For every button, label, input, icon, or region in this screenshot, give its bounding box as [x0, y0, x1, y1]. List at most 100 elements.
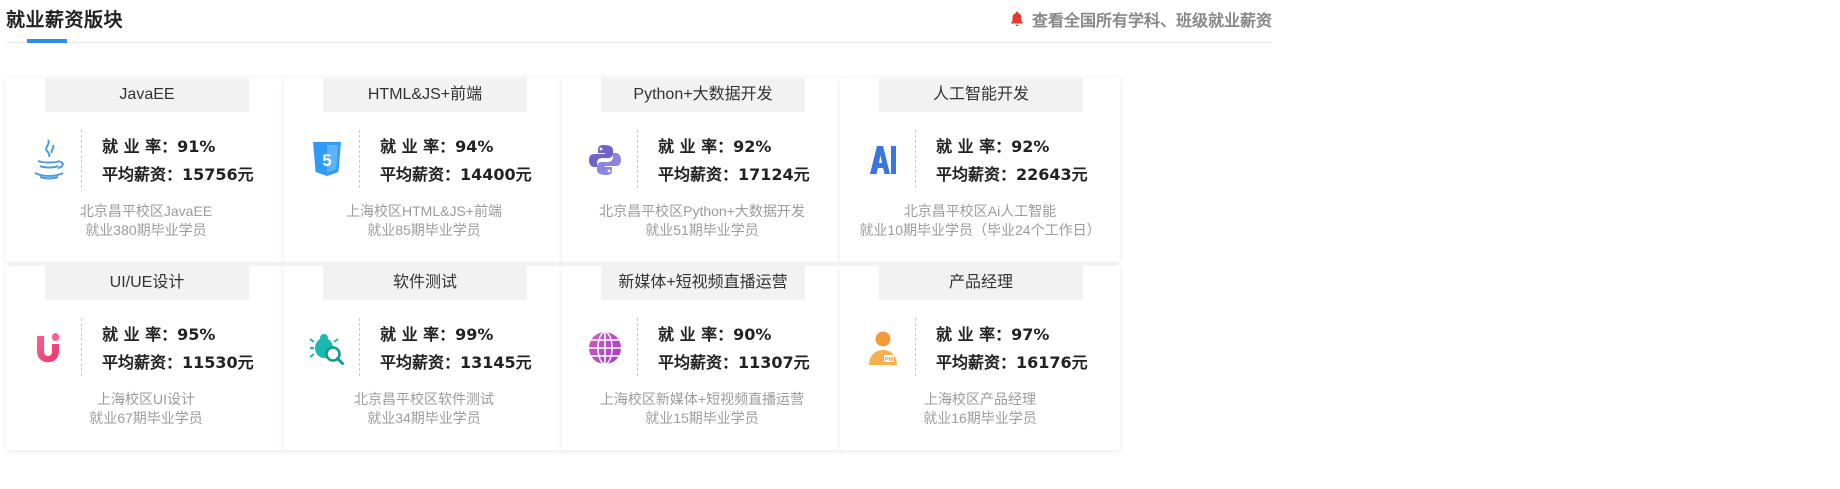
rate-value: 90%: [733, 325, 772, 344]
campus-line: 上海校区新媒体+短视频直播运营: [599, 391, 805, 407]
card-divider: [915, 130, 916, 188]
bell-icon: [1010, 11, 1023, 27]
campus-line: 北京昌平校区软件测试: [354, 391, 494, 407]
course-card-html-js[interactable]: HTML&JS+前端 5 就 业 率：94% 平均薪资：14400元 上海校区H…: [284, 78, 564, 262]
card-divider: [637, 130, 638, 188]
view-all-salaries-link[interactable]: 查看全国所有学科、班级就业薪资: [1008, 7, 1272, 31]
card-description: 上海校区UI设计 就业67期毕业学员: [6, 390, 286, 428]
card-divider: [359, 318, 360, 376]
salary-label: 平均薪资：: [102, 353, 183, 372]
average-salary: 平均薪资：15756元: [102, 161, 254, 189]
rate-value: 94%: [455, 137, 494, 156]
rate-label: 就 业 率：: [936, 137, 1012, 156]
card-stats: 就 业 率：95% 平均薪资：11530元: [102, 321, 254, 377]
employment-rate: 就 业 率：99%: [380, 321, 532, 349]
salary-value: 22643元: [1016, 165, 1088, 184]
card-description: 上海校区HTML&JS+前端 就业85期毕业学员: [284, 202, 564, 240]
python-icon: [584, 136, 626, 184]
section-header: 就业薪资版块 查看全国所有学科、班级就业薪资: [6, 0, 1272, 43]
rate-label: 就 业 率：: [102, 137, 178, 156]
course-name: 产品经理: [879, 266, 1083, 300]
rate-value: 92%: [1011, 137, 1050, 156]
campus-line: 北京昌平校区Ai人工智能: [903, 203, 1057, 219]
course-name: Python+大数据开发: [601, 78, 805, 112]
card-stats: 就 业 率：99% 平均薪资：13145元: [380, 321, 532, 377]
campus-line: 上海校区HTML&JS+前端: [346, 203, 502, 219]
average-salary: 平均薪资：11307元: [658, 349, 810, 377]
rate-label: 就 业 率：: [380, 325, 456, 344]
card-stats: 就 业 率：97% 平均薪资：16176元: [936, 321, 1088, 377]
average-salary: 平均薪资：11530元: [102, 349, 254, 377]
rate-value: 97%: [1011, 325, 1050, 344]
card-divider: [359, 130, 360, 188]
salary-value: 11530元: [182, 353, 254, 372]
salary-label: 平均薪资：: [658, 165, 739, 184]
salary-label: 平均薪资：: [102, 165, 183, 184]
employment-rate: 就 业 率：94%: [380, 133, 532, 161]
rate-label: 就 业 率：: [936, 325, 1012, 344]
course-card-software-testing[interactable]: 软件测试 就 业 率：99% 平均薪资：13145元 北京昌平校区软件测试 就业…: [284, 266, 564, 450]
card-stats: 就 业 率：94% 平均薪资：14400元: [380, 133, 532, 189]
course-name: 新媒体+短视频直播运营: [601, 266, 805, 300]
course-card-ui-ue[interactable]: UI/UE设计 就 业 率：95% 平均薪资：11530元 上海校区UI设计 就…: [6, 266, 286, 450]
section-title: 就业薪资版块: [6, 9, 124, 31]
card-divider: [81, 318, 82, 376]
average-salary: 平均薪资：16176元: [936, 349, 1088, 377]
rate-value: 99%: [455, 325, 494, 344]
globe-icon: [584, 324, 626, 372]
course-name: JavaEE: [45, 78, 249, 112]
course-name: HTML&JS+前端: [323, 78, 527, 112]
card-divider: [637, 318, 638, 376]
cohort-line: 就业10期毕业学员（毕业24个工作日）: [859, 222, 1101, 238]
campus-line: 北京昌平校区Python+大数据开发: [599, 203, 805, 219]
average-salary: 平均薪资：14400元: [380, 161, 532, 189]
card-stats: 就 业 率：90% 平均薪资：11307元: [658, 321, 810, 377]
salary-value: 11307元: [738, 353, 810, 372]
card-stats: 就 业 率：92% 平均薪资：22643元: [936, 133, 1088, 189]
employment-rate: 就 业 率：95%: [102, 321, 254, 349]
card-stats: 就 业 率：92% 平均薪资：17124元: [658, 133, 810, 189]
course-card-ai[interactable]: 人工智能开发 就 业 率：92% 平均薪资：22643元 北京昌平校区Ai人工智…: [840, 78, 1120, 262]
course-name: 人工智能开发: [879, 78, 1083, 112]
salary-value: 15756元: [182, 165, 254, 184]
course-card-product-manager[interactable]: 产品经理 PM 就 业 率：97% 平均薪资：16176元 上海校区产品经理 就…: [840, 266, 1120, 450]
course-name: 软件测试: [323, 266, 527, 300]
cohort-line: 就业15期毕业学员: [645, 410, 759, 426]
average-salary: 平均薪资：17124元: [658, 161, 810, 189]
cohort-line: 就业380期毕业学员: [85, 222, 207, 238]
salary-value: 13145元: [460, 353, 532, 372]
average-salary: 平均薪资：22643元: [936, 161, 1088, 189]
card-divider: [915, 318, 916, 376]
employment-rate: 就 业 率：91%: [102, 133, 254, 161]
course-card-javaee[interactable]: JavaEE 就 业 率：91% 平均薪资：15756元 北京昌平校区JavaE…: [6, 78, 286, 262]
salary-label: 平均薪资：: [936, 165, 1017, 184]
rate-value: 95%: [177, 325, 216, 344]
product-manager-icon: PM: [862, 324, 904, 372]
ai-icon: [862, 136, 904, 184]
svg-text:PM: PM: [885, 357, 894, 363]
salary-value: 16176元: [1016, 353, 1088, 372]
employment-rate: 就 业 率：90%: [658, 321, 810, 349]
card-description: 北京昌平校区Ai人工智能 就业10期毕业学员（毕业24个工作日）: [840, 202, 1120, 240]
rate-label: 就 业 率：: [380, 137, 456, 156]
salary-label: 平均薪资：: [380, 165, 461, 184]
course-card-new-media[interactable]: 新媒体+短视频直播运营 就 业 率：90% 平均薪资：11307元 上海校区新媒…: [562, 266, 842, 450]
rate-label: 就 业 率：: [658, 325, 734, 344]
salary-label: 平均薪资：: [936, 353, 1017, 372]
cohort-line: 就业51期毕业学员: [645, 222, 759, 238]
course-name: UI/UE设计: [45, 266, 249, 300]
course-card-python[interactable]: Python+大数据开发 就 业 率：92% 平均薪资：17124元 北京昌平校…: [562, 78, 842, 262]
card-description: 北京昌平校区Python+大数据开发 就业51期毕业学员: [562, 202, 842, 240]
card-description: 上海校区产品经理 就业16期毕业学员: [840, 390, 1120, 428]
cohort-line: 就业67期毕业学员: [89, 410, 203, 426]
average-salary: 平均薪资：13145元: [380, 349, 532, 377]
employment-rate: 就 业 率：92%: [658, 133, 810, 161]
cohort-line: 就业16期毕业学员: [923, 410, 1037, 426]
rate-label: 就 业 率：: [658, 137, 734, 156]
campus-line: 上海校区UI设计: [97, 391, 195, 407]
bug-search-icon: [306, 324, 348, 372]
salary-label: 平均薪资：: [658, 353, 739, 372]
ui-design-icon: [28, 324, 70, 372]
card-description: 上海校区新媒体+短视频直播运营 就业15期毕业学员: [562, 390, 842, 428]
campus-line: 上海校区产品经理: [924, 391, 1036, 407]
